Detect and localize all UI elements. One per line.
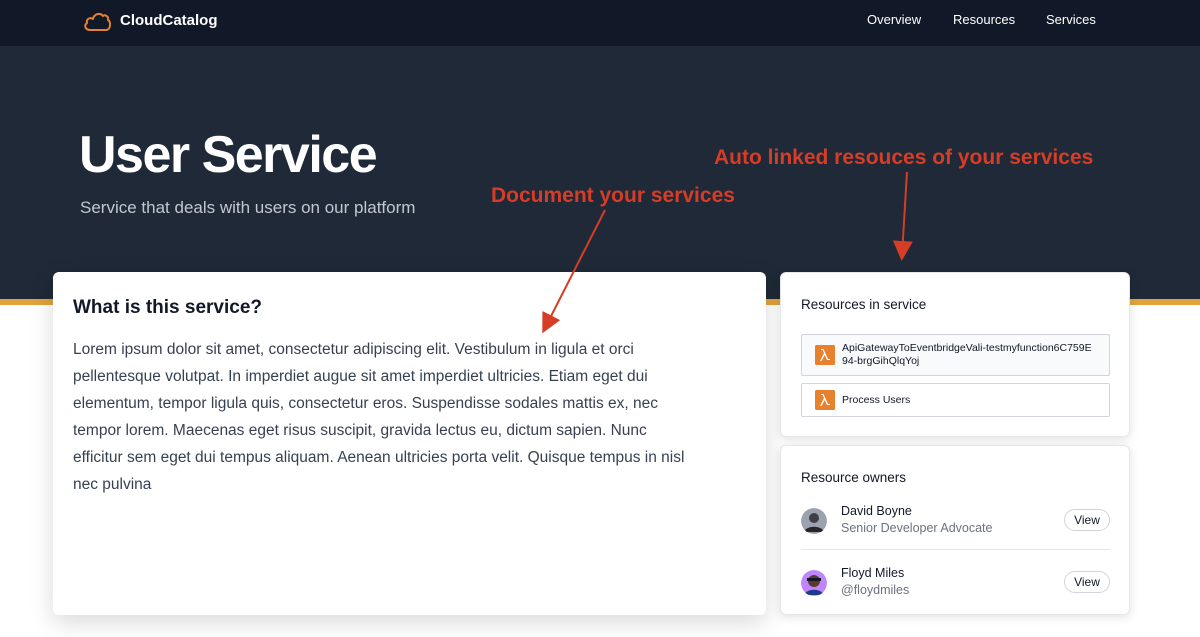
divider xyxy=(801,549,1110,550)
view-owner-button[interactable]: View xyxy=(1064,571,1110,593)
view-owner-button[interactable]: View xyxy=(1064,509,1110,531)
owner-name: David Boyne xyxy=(841,504,912,518)
description-text: Lorem ipsum dolor sit amet, consectetur … xyxy=(73,341,685,493)
service-description-card: What is this service? Lorem ipsum dolor … xyxy=(53,272,766,615)
annotation-document: Document your services xyxy=(491,184,735,207)
annotation-resources: Auto linked resouces of your services xyxy=(714,146,1094,169)
lambda-icon xyxy=(815,390,835,410)
owner-row: David Boyne Senior Developer Advocate Vi… xyxy=(801,501,1110,553)
description-heading: What is this service? xyxy=(73,297,263,318)
page-subtitle: Service that deals with users on our pla… xyxy=(80,198,416,217)
owner-handle: @floydmiles xyxy=(841,583,910,597)
owner-name: Floyd Miles xyxy=(841,566,905,580)
page-title: User Service xyxy=(79,126,378,184)
resource-name: ApiGatewayToEventbridgeVali-testmyfuncti… xyxy=(842,342,1092,367)
top-navbar: CloudCatalog Overview Resources Services xyxy=(0,0,1200,46)
cloud-icon[interactable] xyxy=(82,8,112,34)
owner-title: Senior Developer Advocate xyxy=(841,521,993,535)
avatar xyxy=(801,508,827,534)
avatar xyxy=(801,570,827,596)
lambda-icon xyxy=(815,345,835,365)
nav-link-services[interactable]: Services xyxy=(1046,11,1096,29)
nav-link-resources[interactable]: Resources xyxy=(953,11,1015,29)
resources-heading: Resources in service xyxy=(801,297,927,312)
owner-row: Floyd Miles @floydmiles View xyxy=(801,563,1110,615)
nav-link-overview[interactable]: Overview xyxy=(867,11,921,29)
brand-name[interactable]: CloudCatalog xyxy=(120,11,218,31)
resource-name: Process Users xyxy=(842,394,911,406)
resource-owners-card: Resource owners David Boyne Senior Devel… xyxy=(780,445,1130,615)
resource-item[interactable]: ApiGatewayToEventbridgeVali-testmyfuncti… xyxy=(801,334,1110,376)
resources-card: Resources in service ApiGatewayToEventbr… xyxy=(780,272,1130,437)
owners-heading: Resource owners xyxy=(801,470,907,485)
resource-item[interactable]: Process Users xyxy=(801,383,1110,417)
